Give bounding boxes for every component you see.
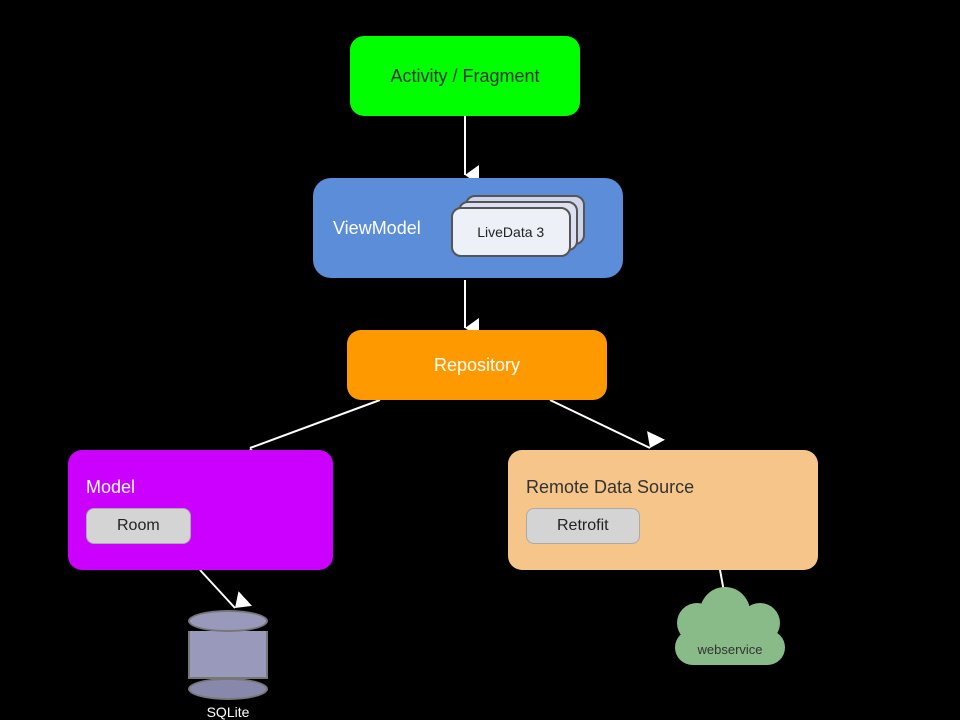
repository-label: Repository bbox=[434, 355, 520, 376]
livedata-card-front: LiveData 3 bbox=[451, 207, 571, 257]
model-label: Model bbox=[86, 477, 135, 498]
livedata-stack: LiveData 3 bbox=[451, 195, 581, 261]
activity-fragment-box: Activity / Fragment bbox=[350, 36, 580, 116]
architecture-diagram: Activity / Fragment ViewModel LiveData 3… bbox=[0, 0, 960, 720]
model-box: Model Room bbox=[68, 450, 333, 570]
activity-fragment-label: Activity / Fragment bbox=[390, 66, 539, 87]
remote-data-source-box: Remote Data Source Retrofit bbox=[508, 450, 818, 570]
webservice-label: webservice bbox=[665, 642, 795, 657]
livedata-label: LiveData 3 bbox=[477, 224, 544, 240]
webservice-cloud: webservice bbox=[665, 605, 795, 665]
viewmodel-label: ViewModel bbox=[333, 218, 421, 239]
viewmodel-box: ViewModel LiveData 3 bbox=[313, 178, 623, 278]
cloud-puff-3 bbox=[740, 603, 780, 643]
cylinder-body bbox=[188, 631, 268, 679]
remote-label: Remote Data Source bbox=[526, 477, 694, 498]
sqlite-label: SQLite bbox=[207, 704, 250, 720]
retrofit-box: Retrofit bbox=[526, 508, 640, 544]
room-box: Room bbox=[86, 508, 191, 544]
retrofit-label: Retrofit bbox=[557, 517, 609, 534]
cloud-shape: webservice bbox=[665, 605, 795, 665]
cylinder-bottom bbox=[188, 678, 268, 700]
sqlite-cylinder: SQLite bbox=[188, 610, 268, 720]
room-label: Room bbox=[117, 517, 160, 534]
cylinder-top bbox=[188, 610, 268, 632]
repository-box: Repository bbox=[347, 330, 607, 400]
